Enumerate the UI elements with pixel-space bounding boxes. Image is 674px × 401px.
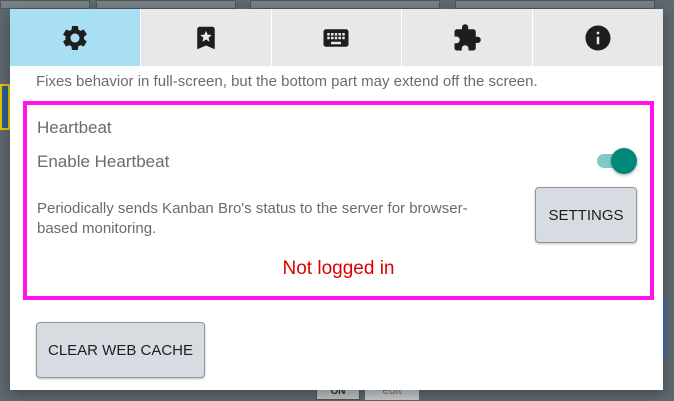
tab-extensions[interactable] <box>402 9 534 66</box>
bookmark-star-icon <box>196 26 215 49</box>
settings-dialog: Fixes behavior in full-screen, but the b… <box>10 9 663 390</box>
heartbeat-settings-button[interactable]: SETTINGS <box>535 187 637 243</box>
clear-web-cache-button[interactable]: CLEAR WEB CACHE <box>36 322 205 378</box>
heartbeat-title: Heartbeat <box>37 118 112 137</box>
keyboard-icon <box>323 28 349 47</box>
tab-bookmarks[interactable] <box>141 9 272 66</box>
tab-settings[interactable] <box>10 9 141 66</box>
info-icon <box>585 25 611 50</box>
enable-heartbeat-label: Enable Heartbeat <box>37 152 170 171</box>
background-tile <box>0 0 90 9</box>
background-tile <box>96 0 236 9</box>
toggle-knob <box>611 148 637 174</box>
background-thumbnail <box>0 84 10 130</box>
heartbeat-section: Heartbeat Enable Heartbeat Periodically … <box>23 101 654 300</box>
enable-heartbeat-toggle[interactable] <box>595 148 637 174</box>
fullscreen-description: Fixes behavior in full-screen, but the b… <box>36 73 538 90</box>
tab-about[interactable] <box>533 9 663 66</box>
heartbeat-status: Not logged in <box>282 258 395 279</box>
tab-keyboard[interactable] <box>272 9 403 66</box>
background-tile <box>250 0 440 9</box>
heartbeat-description: Periodically sends Kanban Bro's status t… <box>37 200 468 237</box>
puzzle-piece-icon <box>454 23 482 50</box>
background-tile <box>455 0 655 9</box>
tab-bar <box>10 9 663 66</box>
gear-icon <box>62 25 87 50</box>
